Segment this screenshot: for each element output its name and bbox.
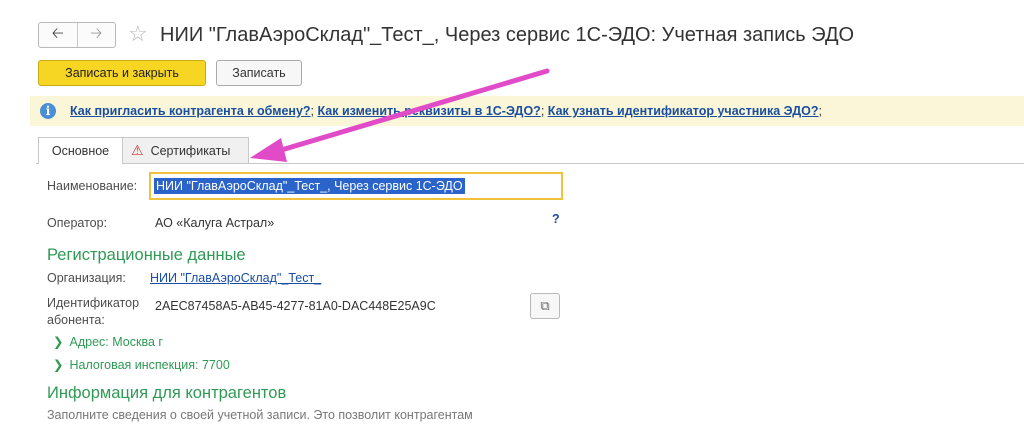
- annotation-arrow: [250, 68, 550, 162]
- annotation-arrow-shaft: [275, 68, 550, 154]
- annotation-arrow-head: [250, 138, 287, 162]
